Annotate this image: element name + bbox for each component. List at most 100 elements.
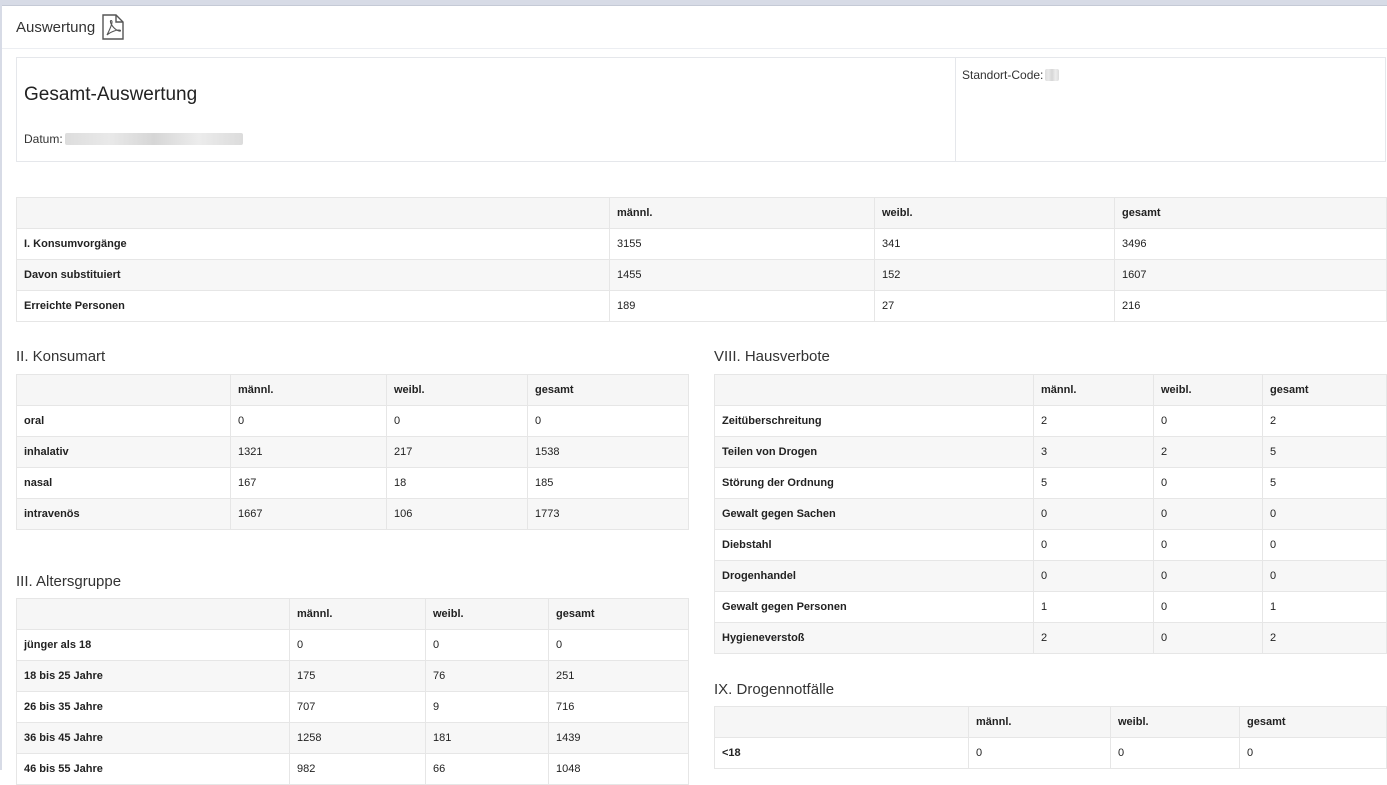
table-row: Drogenhandel 0 0 0: [714, 560, 1387, 592]
row-label: Erreichte Personen: [16, 290, 610, 322]
page-header: Auswertung: [16, 12, 125, 42]
cell-gesamt: 0: [1262, 498, 1387, 530]
table-row: 36 bis 45 Jahre 1258 181 1439: [16, 722, 689, 754]
cell-weibl: 0: [1153, 560, 1263, 592]
header-label-cell: [16, 197, 610, 229]
cell-maennl: 0: [1033, 560, 1154, 592]
table-header-row: männl. weibl. gesamt: [714, 374, 1387, 406]
konsumart-table: männl. weibl. gesamt oral 0 0 0 inhalati…: [16, 374, 689, 530]
cell-maennl: 1258: [289, 722, 426, 754]
row-label: oral: [16, 405, 231, 437]
pdf-export-icon[interactable]: [101, 14, 125, 40]
table-row: Davon substituiert 1455 152 1607: [16, 259, 1387, 291]
cell-maennl: 707: [289, 691, 426, 723]
cell-weibl: 76: [425, 660, 549, 692]
row-label: Diebstahl: [714, 529, 1034, 561]
cell-maennl: 0: [1033, 529, 1154, 561]
report-heading: Gesamt-Auswertung: [24, 84, 198, 105]
hausverbote-table: männl. weibl. gesamt Zeitüberschreitung …: [714, 374, 1387, 654]
cell-gesamt: 5: [1262, 436, 1387, 468]
row-label: 26 bis 35 Jahre: [16, 691, 290, 723]
table-header-row: männl. weibl. gesamt: [16, 598, 689, 630]
row-label: inhalativ: [16, 436, 231, 468]
summary-table: männl. weibl. gesamt I. Konsumvorgänge 3…: [16, 197, 1387, 322]
report-info-left: Gesamt-Auswertung Datum:: [17, 58, 956, 161]
row-label: Drogenhandel: [714, 560, 1034, 592]
cell-weibl: 0: [425, 629, 549, 661]
cell-gesamt: 1439: [548, 722, 689, 754]
cell-gesamt: 251: [548, 660, 689, 692]
cell-weibl: 0: [1153, 498, 1263, 530]
header-maennl: männl.: [968, 706, 1111, 738]
standort-row: Standort-Code:: [962, 68, 1060, 82]
row-label: jünger als 18: [16, 629, 290, 661]
cell-weibl: 0: [1153, 591, 1263, 623]
row-label: 18 bis 25 Jahre: [16, 660, 290, 692]
header-label-cell: [16, 598, 290, 630]
cell-maennl: 0: [1033, 498, 1154, 530]
table-row: I. Konsumvorgänge 3155 341 3496: [16, 228, 1387, 260]
cell-gesamt: 1773: [527, 498, 689, 530]
cell-maennl: 982: [289, 753, 426, 785]
cell-gesamt: 2: [1262, 405, 1387, 437]
header-maennl: männl.: [1033, 374, 1154, 406]
table-row: 26 bis 35 Jahre 707 9 716: [16, 691, 689, 723]
header-weibl: weibl.: [425, 598, 549, 630]
header-maennl: männl.: [230, 374, 387, 406]
header-gesamt: gesamt: [1262, 374, 1387, 406]
table-row: intravenös 1667 106 1773: [16, 498, 689, 530]
table-row: Diebstahl 0 0 0: [714, 529, 1387, 561]
row-label: 46 bis 55 Jahre: [16, 753, 290, 785]
cell-gesamt: 0: [1262, 529, 1387, 561]
table-row: jünger als 18 0 0 0: [16, 629, 689, 661]
row-label: intravenös: [16, 498, 231, 530]
table-row: Gewalt gegen Personen 1 0 1: [714, 591, 1387, 623]
table-header-row: männl. weibl. gesamt: [16, 197, 1387, 229]
cell-maennl: 2: [1033, 405, 1154, 437]
cell-weibl: 66: [425, 753, 549, 785]
table-row: 18 bis 25 Jahre 175 76 251: [16, 660, 689, 692]
cell-weibl: 106: [386, 498, 528, 530]
table-row: Störung der Ordnung 5 0 5: [714, 467, 1387, 499]
table-row: Teilen von Drogen 3 2 5: [714, 436, 1387, 468]
cell-gesamt: 716: [548, 691, 689, 723]
table-row: Hygieneverstoß 2 0 2: [714, 622, 1387, 654]
cell-weibl: 2: [1153, 436, 1263, 468]
standort-label: Standort-Code:: [962, 68, 1044, 82]
cell-gesamt: 1048: [548, 753, 689, 785]
cell-maennl: 3155: [609, 228, 875, 260]
header-label-cell: [16, 374, 231, 406]
header-gesamt: gesamt: [1114, 197, 1387, 229]
table-row: oral 0 0 0: [16, 405, 689, 437]
cell-weibl: 0: [386, 405, 528, 437]
cell-maennl: 2: [1033, 622, 1154, 654]
row-label: Teilen von Drogen: [714, 436, 1034, 468]
window-left-border: [0, 0, 2, 770]
table-header-row: männl. weibl. gesamt: [16, 374, 689, 406]
standort-redacted-value: [1045, 69, 1060, 81]
cell-gesamt: 2: [1262, 622, 1387, 654]
cell-gesamt: 1: [1262, 591, 1387, 623]
datum-row: Datum:: [24, 132, 243, 146]
cell-weibl: 0: [1153, 467, 1263, 499]
section-title-drogennotfaelle: IX. Drogennotfälle: [714, 681, 835, 698]
cell-maennl: 1455: [609, 259, 875, 291]
table-row: nasal 167 18 185: [16, 467, 689, 499]
cell-gesamt: 1538: [527, 436, 689, 468]
window-top-border: [0, 0, 1387, 6]
row-label: Störung der Ordnung: [714, 467, 1034, 499]
header-weibl: weibl.: [386, 374, 528, 406]
cell-maennl: 1: [1033, 591, 1154, 623]
datum-redacted-value: [64, 133, 243, 145]
section-title-hausverbote: VIII. Hausverbote: [714, 348, 830, 365]
row-label: Gewalt gegen Sachen: [714, 498, 1034, 530]
cell-maennl: 0: [289, 629, 426, 661]
header-gesamt: gesamt: [527, 374, 689, 406]
section-title-altersgruppe: III. Altersgruppe: [16, 573, 122, 590]
cell-gesamt: 0: [1262, 560, 1387, 592]
cell-gesamt: 3496: [1114, 228, 1387, 260]
cell-weibl: 9: [425, 691, 549, 723]
table-row: Erreichte Personen 189 27 216: [16, 290, 1387, 322]
table-header-row: männl. weibl. gesamt: [714, 706, 1387, 738]
header-divider: [2, 48, 1387, 49]
